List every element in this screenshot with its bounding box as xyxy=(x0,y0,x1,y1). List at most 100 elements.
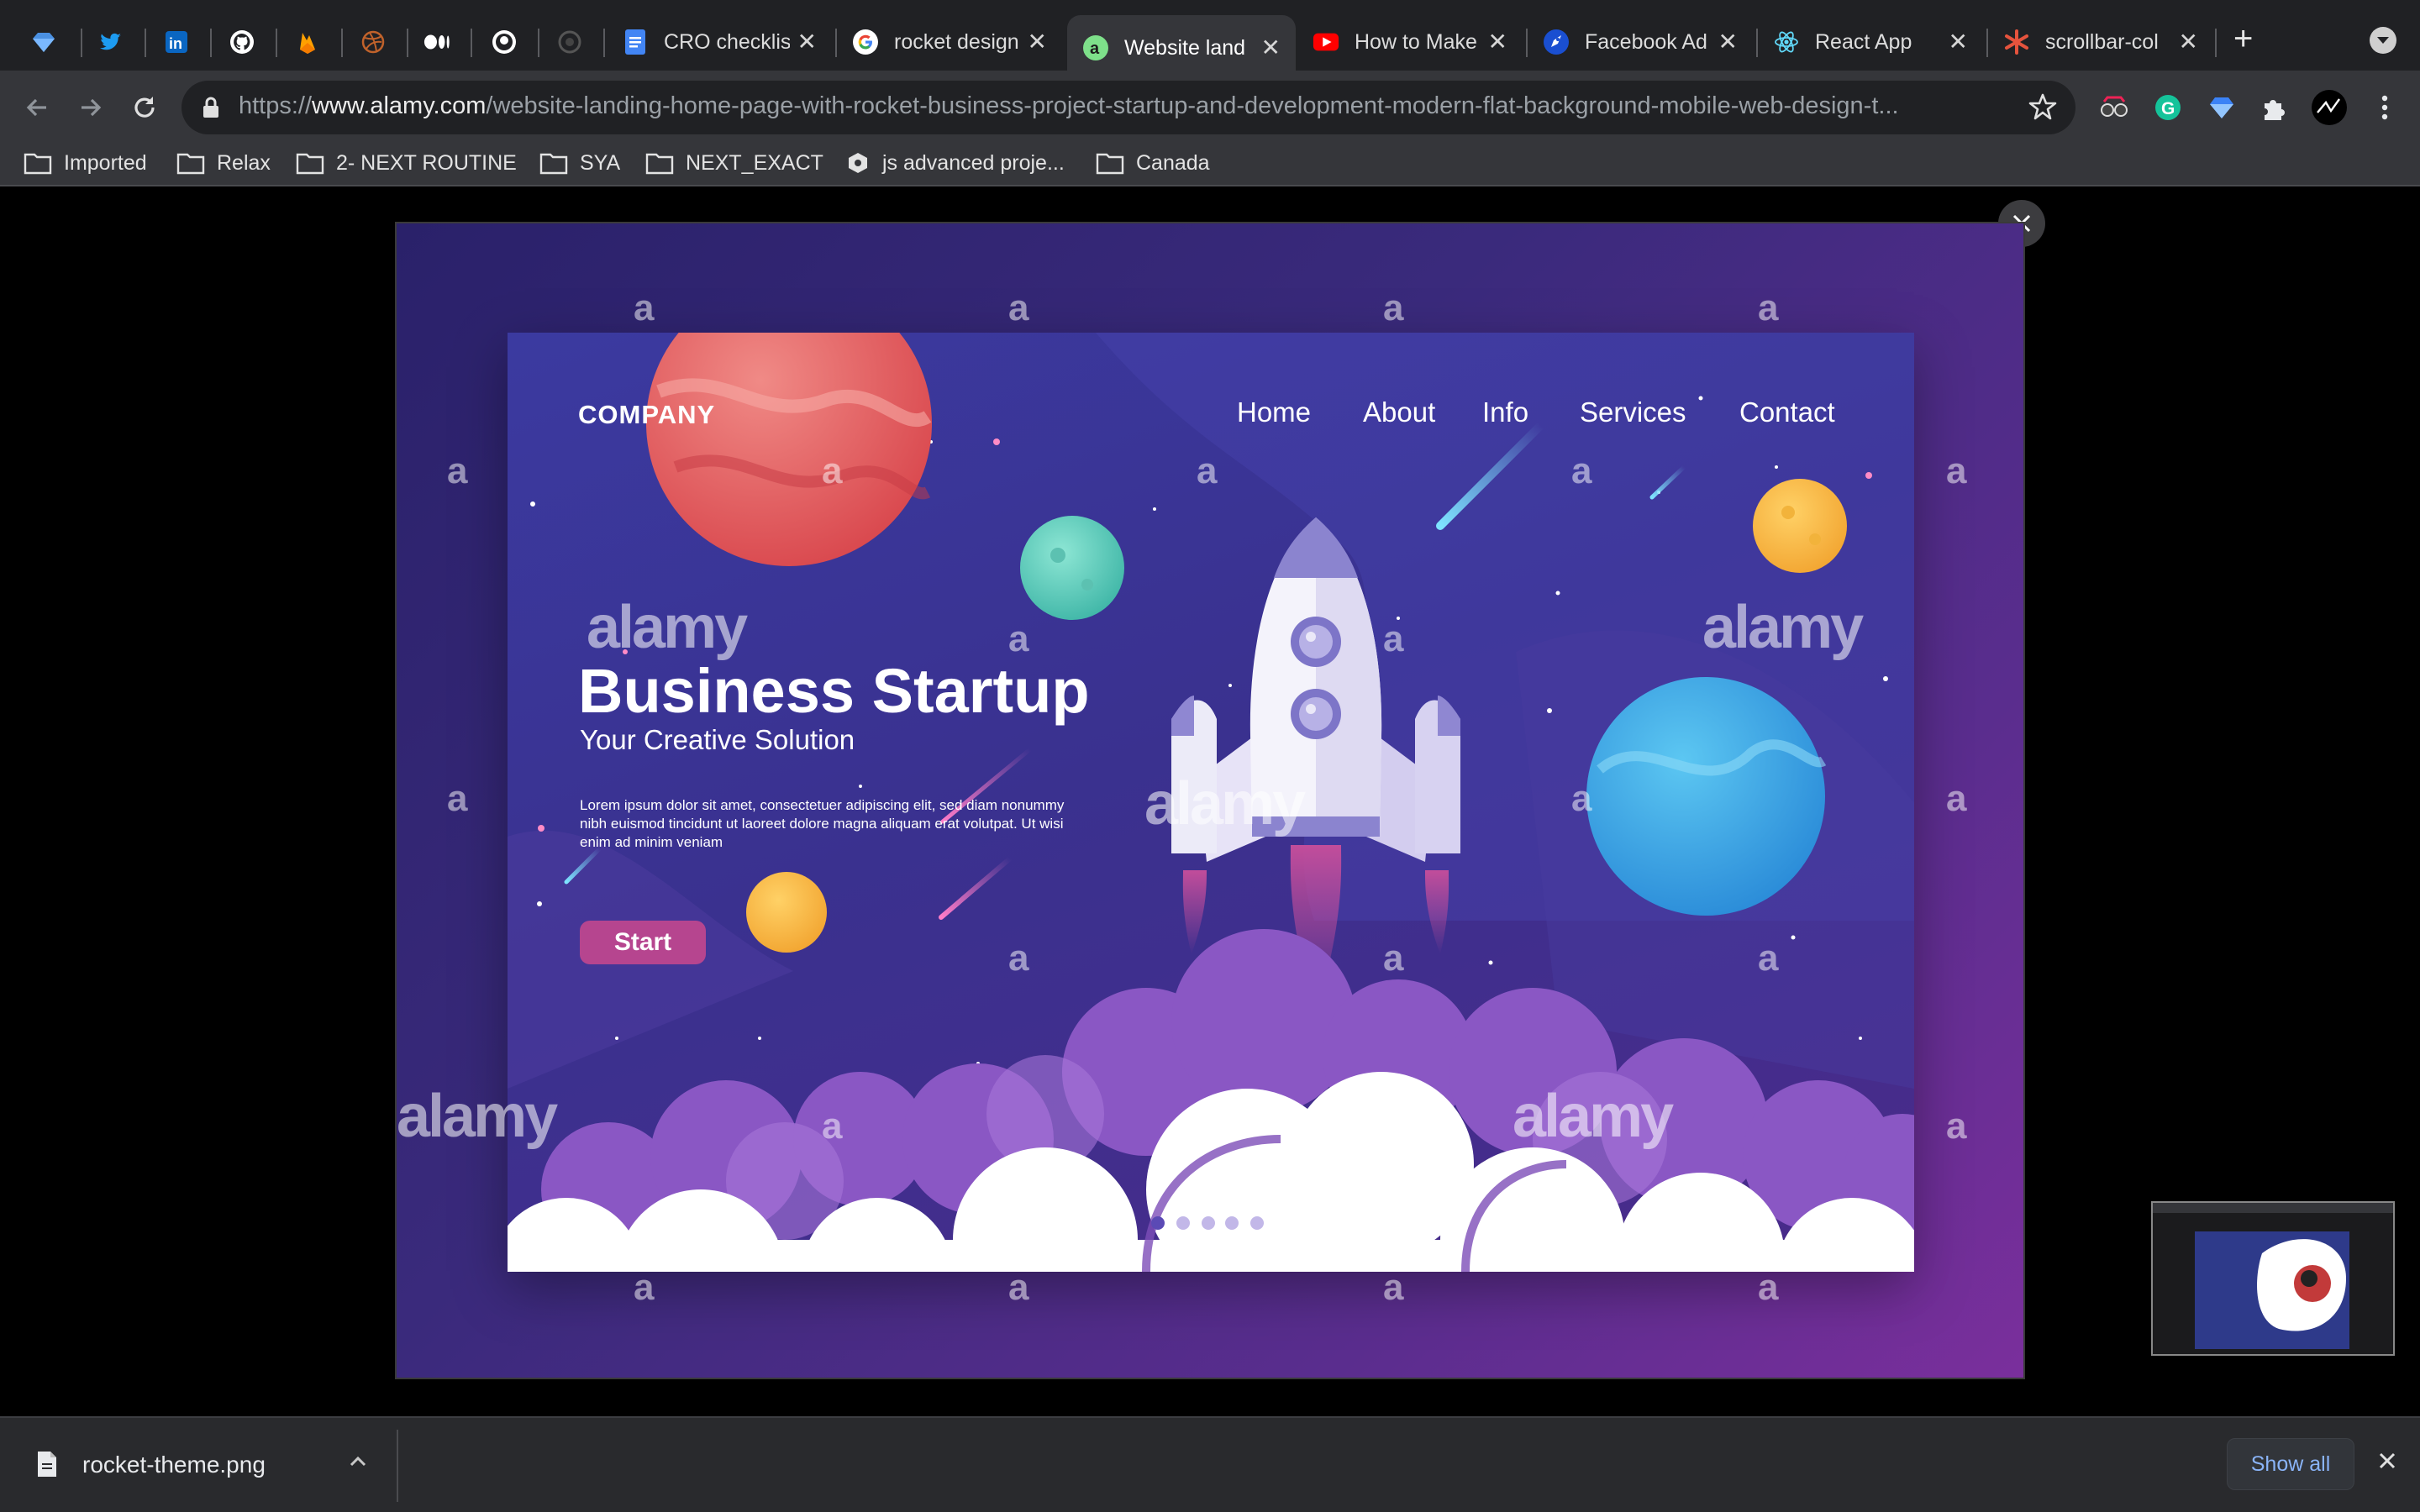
forward-button[interactable] xyxy=(71,87,111,128)
tab-strip: in CRO checklis ✕ rocket design ✕ a Webs… xyxy=(0,0,2420,81)
bookmark-star-icon[interactable] xyxy=(2028,92,2057,125)
watermark-letter: a xyxy=(822,450,843,491)
rocket-icon xyxy=(1543,29,1570,55)
tab-pinned-diamond[interactable] xyxy=(30,15,64,69)
watermark-letter: a xyxy=(1571,450,1592,491)
watermark-letter: a xyxy=(1383,937,1404,979)
tab-pinned-dribbble[interactable] xyxy=(360,15,393,69)
tab-pinned-github[interactable] xyxy=(229,15,262,69)
watermark-letter: a xyxy=(1008,1267,1029,1308)
close-tab-icon[interactable]: ✕ xyxy=(2179,30,2198,54)
tab-rocket-design[interactable]: rocket design ✕ xyxy=(852,15,1062,69)
close-downloads-icon[interactable] xyxy=(2376,1450,2398,1476)
watermark-brand: alamy xyxy=(397,1083,558,1150)
download-file-name[interactable]: rocket-theme.png xyxy=(82,1452,266,1478)
tab-search-button[interactable] xyxy=(2370,27,2396,54)
tab-title: rocket design xyxy=(894,29,1019,54)
watermark-letter: a xyxy=(1946,450,1967,491)
puzzle-icon xyxy=(2265,100,2285,120)
preview-image[interactable]: COMPANY Home About Info Services Contact… xyxy=(395,222,2025,1379)
bookmark-folder-sya[interactable]: SYA xyxy=(539,146,620,180)
close-tab-icon[interactable]: ✕ xyxy=(797,30,817,54)
watermark-letter: a xyxy=(1758,1267,1779,1308)
chevron-up-icon[interactable] xyxy=(346,1450,370,1478)
close-tab-icon[interactable]: ✕ xyxy=(1488,30,1507,54)
hero-body-text: Lorem ipsum dolor sit amet, consectetuer… xyxy=(580,797,1065,850)
bookmark-js-advanced[interactable]: js advanced proje... xyxy=(845,146,1065,180)
watermark-letter: a xyxy=(1758,287,1779,328)
nav-contact-link: Contact xyxy=(1739,396,1835,428)
extension-glasses[interactable] xyxy=(2094,87,2134,128)
close-tab-icon[interactable]: ✕ xyxy=(1949,30,1968,54)
svg-text:a: a xyxy=(1090,39,1100,58)
tab-how-to-make[interactable]: How to Make ✕ xyxy=(1313,15,1523,69)
slider-dot xyxy=(1225,1216,1239,1230)
tab-title: CRO checklis xyxy=(664,29,790,54)
github-icon xyxy=(229,29,255,55)
watermark-brand: alamy xyxy=(1702,594,1864,661)
watermark-letter: a xyxy=(634,1267,655,1308)
tab-facebook-ad[interactable]: Facebook Ad ✕ xyxy=(1543,15,1753,69)
downloads-bar: rocket-theme.png Show all xyxy=(0,1416,2420,1512)
watermark-letter: a xyxy=(1571,778,1592,819)
new-tab-button[interactable]: + xyxy=(2233,22,2253,55)
close-tab-icon[interactable]: ✕ xyxy=(1028,30,1047,54)
back-button[interactable] xyxy=(17,87,57,128)
extension-diamond[interactable] xyxy=(2202,87,2242,128)
firebase-icon xyxy=(294,29,321,55)
bookmark-folder-next-exact[interactable]: NEXT_EXACT xyxy=(645,146,823,180)
tab-title: How to Make xyxy=(1355,29,1477,54)
screen-share-thumbnail[interactable] xyxy=(2151,1201,2395,1356)
folder-icon xyxy=(645,153,674,175)
watermark-letter: a xyxy=(1383,287,1404,328)
bookmark-label: SYA xyxy=(580,150,621,175)
watermark-letter: a xyxy=(447,450,468,491)
extension-grammarly[interactable]: G xyxy=(2148,87,2188,128)
folder-icon xyxy=(1096,153,1124,175)
watermark-letter: a xyxy=(1383,1267,1404,1308)
bookmark-folder-relax[interactable]: Relax xyxy=(176,146,271,180)
grammarly-icon: G xyxy=(2155,95,2181,120)
chevron-down-icon xyxy=(2377,37,2389,44)
show-all-downloads-button[interactable]: Show all xyxy=(2227,1438,2354,1490)
file-icon xyxy=(35,1450,59,1483)
watermark-brand: alamy xyxy=(587,594,748,661)
bookmark-folder-next-routine[interactable]: 2- NEXT ROUTINE xyxy=(296,146,517,180)
tab-pinned-github-2[interactable] xyxy=(491,15,524,69)
tab-react-app[interactable]: React App ✕ xyxy=(1773,15,1983,69)
slider-dot xyxy=(1202,1216,1215,1230)
tab-pinned-linkedin[interactable]: in xyxy=(163,15,197,69)
bookmark-label: js advanced proje... xyxy=(882,150,1065,175)
bookmark-folder-canada[interactable]: Canada xyxy=(1096,146,1210,180)
slider-dot-active xyxy=(1151,1216,1165,1230)
reload-button[interactable] xyxy=(124,87,165,128)
tab-cro-checklist[interactable]: CRO checklis ✕ xyxy=(622,15,832,69)
diamond-icon xyxy=(30,29,57,55)
watermark-letter: a xyxy=(1197,450,1218,491)
close-tab-icon[interactable]: ✕ xyxy=(1261,36,1281,60)
tab-title: React App xyxy=(1815,29,1912,54)
address-bar[interactable]: https://www.alamy.com/website-landing-ho… xyxy=(182,81,2075,134)
extensions-button[interactable] xyxy=(2254,87,2294,128)
tab-pinned-twitter[interactable] xyxy=(97,15,131,69)
svg-text:in: in xyxy=(169,35,182,52)
hero-title: Business Startup xyxy=(578,656,1090,726)
basketball-icon xyxy=(360,29,387,55)
tab-pinned-loading[interactable] xyxy=(556,15,590,69)
google-icon xyxy=(852,29,879,55)
tab-title: Facebook Ad xyxy=(1585,29,1707,54)
close-tab-icon[interactable]: ✕ xyxy=(1718,30,1738,54)
watermark-letter: a xyxy=(447,778,468,819)
tab-pinned-medium[interactable] xyxy=(424,15,457,69)
watermark-letter: a xyxy=(1946,1105,1967,1147)
url-text[interactable]: https://www.alamy.com/website-landing-ho… xyxy=(239,92,1978,120)
lock-icon[interactable] xyxy=(202,96,220,123)
browser-menu-button[interactable] xyxy=(2365,87,2405,128)
tab-pinned-firebase[interactable] xyxy=(294,15,328,69)
profile-avatar[interactable] xyxy=(2309,87,2349,128)
bookmark-label: NEXT_EXACT xyxy=(686,150,823,175)
tab-scrollbar-color[interactable]: scrollbar-col ✕ xyxy=(2003,15,2213,69)
bookmark-folder-imported[interactable]: Imported xyxy=(24,146,147,180)
bookmarks-bar: Imported Relax 2- NEXT ROUTINE SYA NEXT_… xyxy=(0,139,2420,186)
watermark-brand: alamy xyxy=(1144,770,1306,837)
